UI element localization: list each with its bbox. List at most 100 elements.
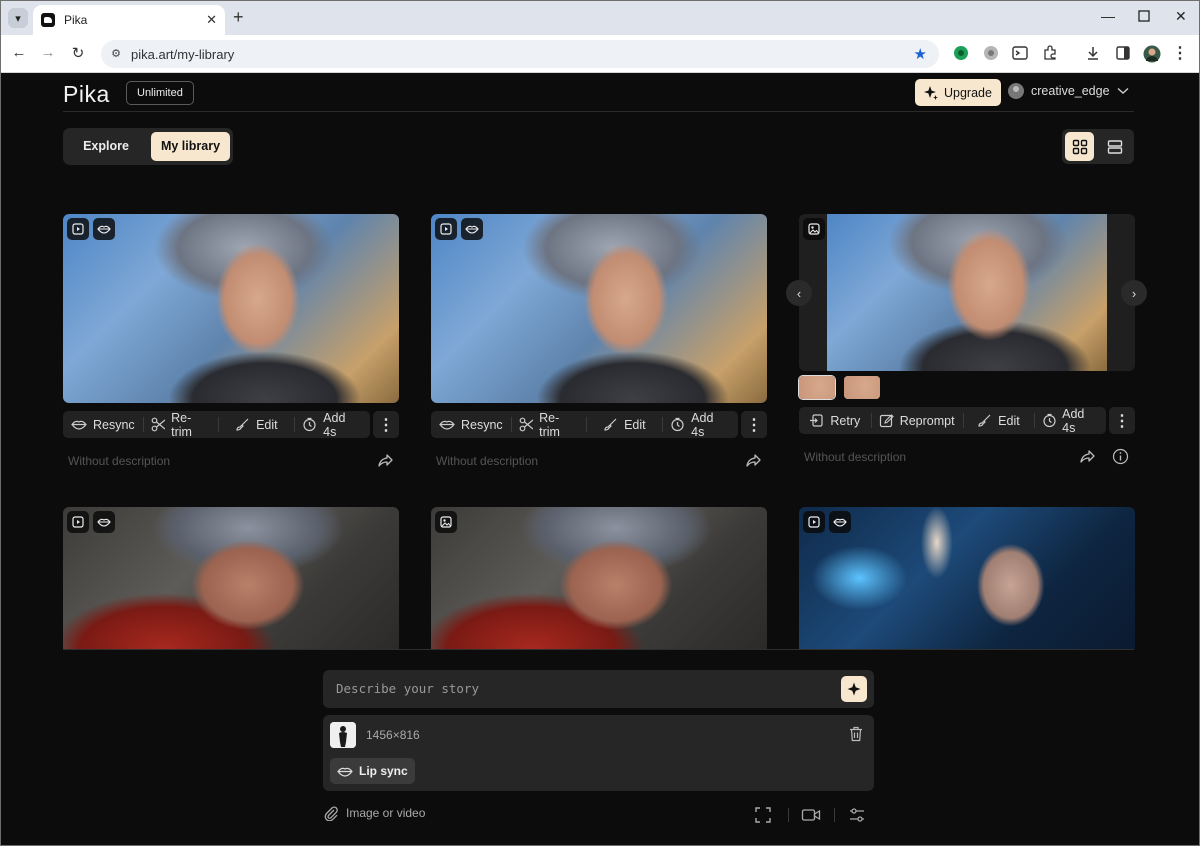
attach-media-button[interactable]: Image or video [323, 805, 425, 821]
grid-view-button[interactable] [1065, 132, 1094, 161]
avatar [1008, 83, 1024, 99]
share-icon[interactable] [376, 451, 394, 469]
site-info-icon[interactable]: ⚙ [109, 47, 123, 61]
carousel-thumbnail[interactable] [844, 376, 880, 399]
retrim-label: Re-trim [171, 410, 192, 439]
retrim-button[interactable]: Re-trim [142, 410, 219, 439]
tab-explore[interactable]: Explore [67, 132, 145, 161]
card-actions: Resync Re-trim Edit Add 4s [431, 411, 738, 439]
more-options-icon[interactable]: ⋮ [373, 411, 399, 438]
image-thumbnail[interactable] [431, 507, 767, 649]
edit-label: Edit [998, 413, 1020, 428]
image-type-icon [803, 218, 825, 240]
video-thumbnail[interactable] [63, 507, 399, 649]
bookmark-star-icon[interactable]: ★ [914, 45, 927, 63]
resync-button[interactable]: Resync [63, 411, 143, 438]
reload-icon[interactable]: ↻ [68, 44, 88, 62]
sparkle-icon [847, 682, 861, 696]
story-prompt-input[interactable]: Describe your story [323, 670, 874, 708]
extension-gray-icon[interactable] [982, 45, 1000, 63]
info-icon[interactable] [1112, 448, 1129, 465]
more-options-icon[interactable]: ⋮ [741, 411, 767, 438]
image-carousel[interactable] [799, 214, 1135, 371]
carousel-prev-icon[interactable]: ‹ [786, 280, 812, 306]
new-tab-icon[interactable]: + [233, 7, 244, 28]
grid-view-icon [1072, 139, 1087, 154]
sparkle-icon [924, 85, 938, 100]
settings-sliders-icon[interactable] [848, 806, 866, 824]
video-type-icon [803, 511, 825, 533]
chevron-down-icon [1117, 87, 1128, 94]
share-icon[interactable] [744, 451, 762, 469]
pika-favicon-icon [41, 13, 55, 27]
lip-sync-badge-icon [93, 511, 115, 533]
lip-sync-button[interactable]: Lip sync [330, 758, 415, 784]
video-thumbnail[interactable] [799, 507, 1135, 649]
extensions-puzzle-icon[interactable] [1041, 45, 1059, 63]
back-icon[interactable]: ← [9, 44, 29, 61]
prompt-placeholder: Describe your story [336, 681, 479, 696]
timer-icon [671, 417, 684, 432]
list-view-icon [1107, 139, 1122, 154]
portrait-image [63, 214, 399, 403]
reprompt-button[interactable]: Reprompt [870, 407, 963, 434]
video-thumbnail[interactable] [431, 214, 767, 403]
lips-icon [337, 767, 353, 777]
add-4s-label: Add 4s [1062, 406, 1085, 435]
carousel-thumbnail[interactable] [798, 375, 836, 400]
close-window-icon[interactable]: ✕ [1175, 8, 1187, 25]
add-4s-button[interactable]: Add 4s [294, 410, 370, 439]
tab-my-library[interactable]: My library [151, 132, 230, 161]
address-bar[interactable]: ⚙ pika.art/my-library ★ [101, 40, 939, 68]
terminal-extension-icon[interactable] [1011, 45, 1029, 63]
video-camera-icon[interactable] [801, 806, 821, 824]
generate-button[interactable] [841, 676, 867, 702]
aspect-ratio-icon[interactable] [754, 806, 772, 824]
forward-icon[interactable]: → [38, 44, 58, 61]
retry-button[interactable]: Retry [799, 407, 871, 434]
edit-button[interactable]: Edit [962, 407, 1035, 434]
side-panel-icon[interactable] [1114, 45, 1132, 63]
share-icon[interactable] [1078, 447, 1096, 465]
profile-avatar-icon[interactable] [1143, 45, 1161, 63]
browser-menu-icon[interactable]: ⋮ [1171, 45, 1189, 63]
retrim-button[interactable]: Re-trim [510, 411, 587, 439]
portrait-image [827, 214, 1107, 371]
resync-label: Resync [461, 417, 503, 432]
header-divider [63, 111, 1134, 112]
add-4s-button[interactable]: Add 4s [662, 411, 738, 439]
more-options-icon[interactable]: ⋮ [1109, 407, 1135, 434]
card-actions: Resync Re-trim Edit Add 4s [63, 410, 370, 439]
edit-button[interactable]: Edit [218, 411, 294, 438]
resync-button[interactable]: Resync [431, 411, 511, 438]
minimize-icon[interactable]: — [1101, 8, 1115, 24]
add-4s-label: Add 4s [323, 410, 346, 439]
upgrade-button[interactable]: Upgrade [915, 79, 1001, 106]
scissors-icon [151, 417, 166, 432]
resync-label: Resync [93, 417, 135, 432]
extension-green-icon[interactable] [952, 45, 970, 63]
user-menu[interactable]: creative_edge [1008, 83, 1129, 99]
video-thumbnail[interactable] [63, 214, 399, 403]
brush-icon [604, 418, 617, 431]
list-view-button[interactable] [1100, 132, 1129, 161]
lip-sync-label: Lip sync [359, 764, 408, 778]
download-icon[interactable] [1084, 45, 1102, 63]
timer-icon [303, 417, 316, 432]
maximize-icon[interactable] [1138, 9, 1150, 25]
browser-toolbar: ← → ↻ ⚙ pika.art/my-library ★ ⋮ [1, 35, 1199, 73]
trash-icon[interactable] [849, 726, 863, 742]
attached-file-thumbnail[interactable] [330, 722, 356, 748]
close-tab-icon[interactable]: ✕ [206, 12, 217, 28]
carousel-next-icon[interactable]: › [1121, 280, 1147, 306]
edit-button[interactable]: Edit [586, 411, 662, 438]
title-bar: ▾ Pika ✕ + — ✕ [1, 1, 1199, 35]
browser-tab[interactable]: Pika ✕ [33, 5, 225, 35]
pika-logo[interactable]: Pika [63, 81, 110, 108]
tab-search-icon[interactable]: ▾ [8, 8, 28, 28]
brush-icon [978, 414, 991, 427]
portrait-image [431, 214, 767, 403]
add-4s-button[interactable]: Add 4s [1034, 406, 1106, 435]
lip-sync-badge-icon [93, 218, 115, 240]
card-description: Without description [68, 454, 171, 468]
